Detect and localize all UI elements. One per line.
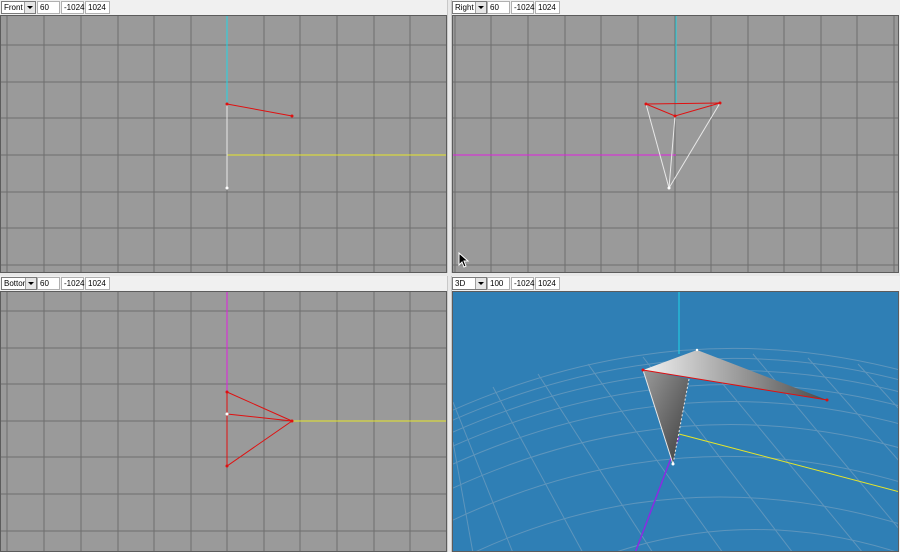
viewport-canvas-right[interactable] [452,15,899,273]
viewport-canvas-3d[interactable] [452,291,899,552]
grid-size-field-front[interactable]: 60 [37,1,60,14]
viewport-pane-3d: 3D 100 -1024 1024 [452,276,900,552]
object-edge-white [645,103,670,189]
viewport-toolbar-front: Front 60 -1024 1024 [0,0,447,15]
range-max-field-right[interactable]: 1024 [535,1,560,14]
object-edge-red [226,103,293,117]
chevron-down-icon[interactable] [24,2,35,13]
vertex[interactable] [644,102,648,106]
view-select-label: Right [455,3,474,12]
vertex[interactable] [641,368,645,372]
front-view-drawing [1,16,446,272]
vertex[interactable] [695,348,699,352]
axis-yellow [678,433,898,492]
grid-size-field-right[interactable]: 60 [487,1,510,14]
bottom-view-drawing [1,292,446,551]
vertical-splitter[interactable] [447,0,452,552]
vertex[interactable] [667,186,671,190]
perspective-view-drawing [453,292,898,551]
grid-lines [1,292,446,551]
chevron-down-icon[interactable] [475,2,486,13]
horizontal-splitter[interactable] [0,273,900,276]
chevron-down-icon[interactable] [25,278,36,289]
view-select-right[interactable]: Right [452,1,487,14]
viewport-toolbar-right: Right 60 -1024 1024 [452,0,900,15]
viewport-toolbar-bottom: Bottom 60 -1024 1024 [0,276,447,291]
chevron-down-icon[interactable] [475,278,486,289]
range-min-field-right[interactable]: -1024 [511,1,534,14]
range-max-field-front[interactable]: 1024 [85,1,110,14]
object-edge-red [226,413,293,422]
range-min-field-bottom[interactable]: -1024 [61,277,84,290]
vertex[interactable] [225,390,229,394]
viewport-toolbar-3d: 3D 100 -1024 1024 [452,276,900,291]
view-select-label: Front [4,3,23,12]
vertex[interactable] [225,102,229,106]
range-max-field-3d[interactable]: 1024 [535,277,560,290]
view-select-label: 3D [455,279,466,288]
viewport-canvas-front[interactable] [0,15,447,273]
vertex[interactable] [290,114,294,118]
viewport-pane-bottom: Bottom 60 -1024 1024 [0,276,447,552]
view-select-front[interactable]: Front [1,1,36,14]
range-min-field-front[interactable]: -1024 [61,1,84,14]
viewport-pane-front: Front 60 -1024 1024 [0,0,447,273]
vertex[interactable] [825,398,829,402]
view-select-bottom[interactable]: Bottom [1,277,37,290]
range-min-field-3d[interactable]: -1024 [511,277,534,290]
grid-size-field-3d[interactable]: 100 [487,277,510,290]
view-select-3d[interactable]: 3D [452,277,487,290]
vertex[interactable] [718,101,722,105]
vertex[interactable] [225,464,229,468]
object-edge-white [668,115,676,189]
object-face-outline-red [645,102,721,117]
vertex[interactable] [290,419,294,423]
vertex[interactable] [671,462,675,466]
vertex[interactable] [225,186,229,190]
vertex[interactable] [225,412,229,416]
grid-lines [1,16,446,272]
range-max-field-bottom[interactable]: 1024 [85,277,110,290]
right-view-drawing [453,16,898,272]
object-face-outline-red [226,391,294,467]
grid-size-field-bottom[interactable]: 60 [37,277,60,290]
vertex[interactable] [673,114,677,118]
viewport-canvas-bottom[interactable] [0,291,447,552]
viewport-pane-right: Right 60 -1024 1024 [452,0,900,273]
